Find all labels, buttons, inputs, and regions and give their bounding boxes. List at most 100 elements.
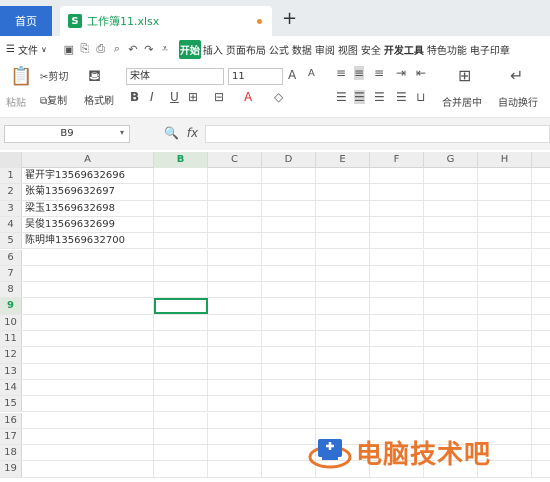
tab-view[interactable]: 视图 (337, 40, 359, 59)
cell-h3[interactable] (478, 200, 532, 216)
customize-icon[interactable]: ⩡ (157, 42, 173, 56)
cell-h2[interactable] (478, 184, 532, 200)
cell-g3[interactable] (424, 200, 478, 216)
cell-b16[interactable] (154, 412, 208, 428)
underline-icon[interactable]: U (170, 90, 179, 104)
cell-c18[interactable] (208, 445, 262, 461)
cell-c14[interactable] (208, 379, 262, 396)
cell-e15[interactable] (316, 396, 370, 412)
row-header[interactable]: 3 (0, 200, 22, 216)
column-header-h[interactable]: H (478, 152, 532, 168)
cell-b15[interactable] (154, 396, 208, 412)
cell-f2[interactable] (370, 184, 424, 200)
cell-h7[interactable] (478, 265, 532, 282)
cell-b17[interactable] (154, 428, 208, 445)
column-header-e[interactable]: E (316, 152, 370, 168)
cell-d4[interactable] (262, 216, 316, 233)
home-tab[interactable]: 首页 (0, 6, 52, 36)
cell-b19[interactable] (154, 461, 208, 477)
cut-button[interactable]: ✂剪切 (40, 68, 68, 83)
row-header[interactable]: 5 (0, 233, 22, 249)
cell-a7[interactable] (22, 265, 154, 282)
redo-icon[interactable]: ↷ (141, 43, 157, 56)
column-header-f[interactable]: F (370, 152, 424, 168)
cell-h11[interactable] (478, 331, 532, 347)
borders-icon[interactable]: ⊞ (188, 90, 198, 104)
copy-button[interactable]: ⧉复制 (40, 92, 67, 107)
cell-g16[interactable] (424, 412, 478, 428)
cell-d10[interactable] (262, 314, 316, 330)
cell-g2[interactable] (424, 184, 478, 200)
indent-increase-icon[interactable]: ⇥ (396, 66, 406, 80)
paste-icon[interactable]: 📋 (10, 66, 32, 87)
row-header[interactable]: 8 (0, 282, 22, 298)
cell-e6[interactable] (316, 249, 370, 265)
cell-g14[interactable] (424, 379, 478, 396)
align-middle-icon[interactable]: ≡ (354, 66, 365, 80)
cell-f10[interactable] (370, 314, 424, 330)
cell-c12[interactable] (208, 347, 262, 363)
align-right-icon[interactable]: ☰ (374, 90, 385, 104)
cell-d12[interactable] (262, 347, 316, 363)
cell-e13[interactable] (316, 363, 370, 379)
zoom-icon[interactable]: 🔍 (164, 126, 179, 140)
cell-a1[interactable]: 翟开宇13569632696 (22, 168, 154, 184)
cell-h15[interactable] (478, 396, 532, 412)
cell-f7[interactable] (370, 265, 424, 282)
italic-icon[interactable]: I (150, 90, 154, 104)
cell-c4[interactable] (208, 216, 262, 233)
cell-g12[interactable] (424, 347, 478, 363)
wrap-text-icon[interactable]: ↵ (510, 66, 523, 85)
row-header[interactable]: 16 (0, 412, 22, 428)
row-header[interactable]: 14 (0, 379, 22, 396)
cell-f9[interactable] (370, 298, 424, 314)
fill-color-icon[interactable]: ⊟ (214, 90, 224, 104)
cell-d16[interactable] (262, 412, 316, 428)
tab-e-seal[interactable]: 电子印章 (469, 40, 511, 59)
format-painter-icon[interactable]: ⛾ (88, 66, 101, 87)
cell-e3[interactable] (316, 200, 370, 216)
print-icon[interactable]: ⎙ (93, 42, 109, 56)
cell-e16[interactable] (316, 412, 370, 428)
cell-d14[interactable] (262, 379, 316, 396)
cell-b11[interactable] (154, 331, 208, 347)
cell-d2[interactable] (262, 184, 316, 200)
cell-a15[interactable] (22, 396, 154, 412)
cell-b8[interactable] (154, 282, 208, 298)
justify-icon[interactable]: ☰ (396, 90, 407, 104)
cell-a4[interactable]: 吴俊13569632699 (22, 216, 154, 233)
cell-f5[interactable] (370, 233, 424, 249)
cell-c5[interactable] (208, 233, 262, 249)
cell-b13[interactable] (154, 363, 208, 379)
increase-font-icon[interactable]: A (288, 68, 296, 82)
cell-c6[interactable] (208, 249, 262, 265)
cell-a18[interactable] (22, 445, 154, 461)
row-header[interactable]: 19 (0, 461, 22, 477)
cell-a19[interactable] (22, 461, 154, 477)
cell-a2[interactable]: 张菊13569632697 (22, 184, 154, 200)
cell-e5[interactable] (316, 233, 370, 249)
formula-input[interactable] (205, 125, 550, 143)
merge-center-label[interactable]: 合并居中 (442, 94, 482, 109)
cell-b4[interactable] (154, 216, 208, 233)
cell-a14[interactable] (22, 379, 154, 396)
paste-label[interactable]: 粘贴 (6, 94, 26, 109)
cell-b18[interactable] (154, 445, 208, 461)
row-header[interactable]: 15 (0, 396, 22, 412)
cell-f15[interactable] (370, 396, 424, 412)
cell-d6[interactable] (262, 249, 316, 265)
cell-f1[interactable] (370, 168, 424, 184)
cell-c13[interactable] (208, 363, 262, 379)
row-header[interactable]: 11 (0, 331, 22, 347)
save-icon[interactable]: ▣ (61, 43, 77, 56)
cell-h5[interactable] (478, 233, 532, 249)
cell-a17[interactable] (22, 428, 154, 445)
cell-e1[interactable] (316, 168, 370, 184)
cell-b6[interactable] (154, 249, 208, 265)
cell-f12[interactable] (370, 347, 424, 363)
row-header[interactable]: 1 (0, 168, 22, 184)
file-menu[interactable]: ☰ 文件 ∨ (0, 42, 53, 57)
cell-e2[interactable] (316, 184, 370, 200)
cell-e8[interactable] (316, 282, 370, 298)
row-header[interactable]: 2 (0, 184, 22, 200)
